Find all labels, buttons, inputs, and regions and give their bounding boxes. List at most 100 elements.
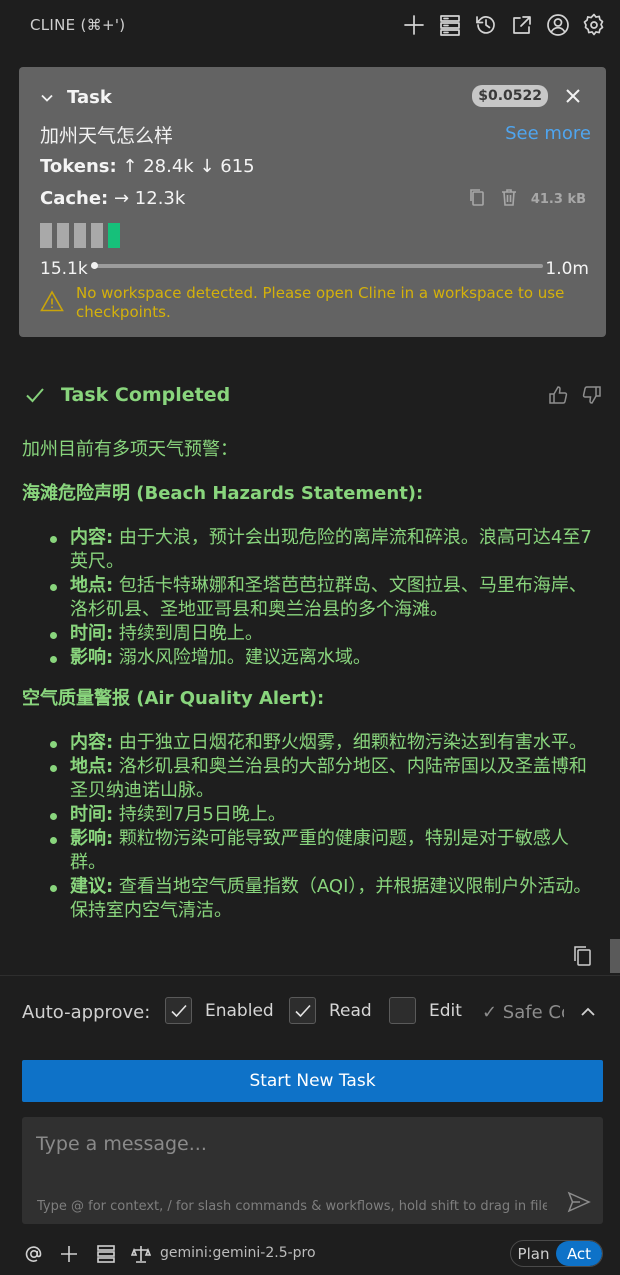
- server-icon: [97, 1245, 115, 1263]
- external-link-icon[interactable]: [510, 12, 534, 38]
- item-text: 颗粒物污染可能导致严重的健康问题，特别是对于敏感人群。: [70, 828, 569, 873]
- read-checkbox[interactable]: [289, 997, 316, 1024]
- checkpoint-block[interactable]: [74, 223, 86, 248]
- item-text: 洛杉矶县和奥兰治县的大部分地区、内陆帝国以及圣盖博和圣贝纳迪诺山脉。: [70, 756, 587, 801]
- warning-icon: [40, 290, 64, 312]
- item-text: 由于大浪，预计会出现危险的离岸流和碎浪。浪高可达4至7英尺。: [70, 527, 592, 572]
- history-icon[interactable]: [474, 12, 498, 38]
- message-input-box: Type @ for context, / for slash commands…: [22, 1117, 603, 1224]
- start-new-task-button[interactable]: Start New Task: [22, 1060, 603, 1102]
- copy-task-button[interactable]: [467, 187, 487, 211]
- edit-label: Edit: [429, 1001, 462, 1021]
- delete-task-button[interactable]: [499, 187, 519, 211]
- warning-text: No workspace detected. Please open Cline…: [76, 284, 565, 321]
- item-key: 建议:: [70, 876, 114, 897]
- task-text: 加州天气怎么样: [40, 125, 174, 147]
- item-key: 地点:: [70, 575, 114, 596]
- thumbs-up-icon: [549, 386, 568, 404]
- close-task-button[interactable]: [562, 85, 584, 107]
- task-label: Task: [67, 87, 112, 108]
- account-icon[interactable]: [546, 12, 570, 38]
- gear-icon[interactable]: [582, 12, 606, 38]
- plan-act-toggle[interactable]: Plan Act: [510, 1240, 603, 1267]
- item-text: 溺水风险增加。建议远离水域。: [113, 647, 371, 668]
- list-item: 内容: 由于独立日烟花和野火烟雾，细颗粒物污染达到有害水平。: [22, 731, 604, 755]
- list-item: 影响: 颗粒物污染可能导致严重的健康问题，特别是对于敏感人群。: [22, 827, 604, 875]
- completion-message: 加州目前有多项天气预警： 海滩危险声明 (Beach Hazards State…: [22, 438, 604, 940]
- enabled-checkbox[interactable]: [165, 997, 192, 1024]
- mcp-servers-button[interactable]: [96, 1244, 116, 1264]
- task-header-toggle[interactable]: Task: [39, 87, 112, 108]
- task-completed-title: Task Completed: [61, 384, 231, 406]
- section-list: 内容: 由于大浪，预计会出现危险的离岸流和碎浪。浪高可达4至7英尺。 地点: 包…: [22, 526, 604, 670]
- checkmark-icon: [171, 1004, 187, 1018]
- app-title: CLINE (⌘+'): [30, 16, 126, 34]
- safe-commands-label: ✓ Safe Commands: [482, 1002, 564, 1023]
- cost-badge: $0.0522: [472, 85, 548, 107]
- answer-intro: 加州目前有多项天气预警：: [22, 439, 238, 460]
- list-item: 内容: 由于大浪，预计会出现危险的离岸流和碎浪。浪高可达4至7英尺。: [22, 526, 604, 574]
- divider: [0, 975, 620, 976]
- auto-approve-bar: Auto-approve: Enabled Read Edit ✓ Safe C…: [22, 996, 612, 1028]
- list-item: 时间: 持续到周日晚上。: [22, 622, 604, 646]
- context-window-marker: [91, 262, 98, 269]
- item-key: 影响:: [70, 828, 114, 849]
- list-item: 建议: 查看当地空气质量指数（AQI），并根据建议限制户外活动。保持室内空气清洁…: [22, 875, 604, 923]
- auto-approve-label: Auto-approve:: [22, 1002, 151, 1023]
- chevron-down-icon: [41, 94, 53, 102]
- tokens-label: Tokens:: [40, 156, 117, 177]
- list-item: 地点: 洛杉矶县和奥兰治县的大部分地区、内陆帝国以及圣盖博和圣贝纳迪诺山脉。: [22, 755, 604, 803]
- input-hint: Type @ for context, / for slash commands…: [37, 1199, 547, 1214]
- copy-icon: [574, 946, 591, 966]
- item-key: 地点:: [70, 756, 114, 777]
- rules-button[interactable]: [130, 1244, 152, 1264]
- checkpoint-block[interactable]: [57, 223, 69, 248]
- mention-button[interactable]: [24, 1244, 44, 1264]
- send-button[interactable]: [567, 1191, 591, 1213]
- scrollbar-thumb[interactable]: [610, 939, 620, 973]
- header: CLINE (⌘+'): [0, 0, 620, 52]
- feedback-buttons: [548, 385, 602, 409]
- tokens-row: Tokens: ↑ 28.4k ↓ 615: [40, 156, 255, 177]
- chevron-up-icon[interactable]: [578, 1002, 598, 1022]
- message-input[interactable]: [36, 1133, 576, 1167]
- item-text: 持续到7月5日晚上。: [113, 804, 286, 825]
- item-text: 由于独立日烟花和野火烟雾，细颗粒物污染达到有害水平。: [113, 732, 587, 753]
- list-item: 影响: 溺水风险增加。建议远离水域。: [22, 646, 604, 670]
- item-key: 内容:: [70, 732, 114, 753]
- checkpoint-block[interactable]: [40, 223, 52, 248]
- task-tools: 41.3 kB: [467, 187, 586, 211]
- item-key: 内容:: [70, 527, 114, 548]
- close-icon: [566, 89, 580, 103]
- section-heading: 海滩危险声明 (Beach Hazards Statement):: [22, 483, 424, 504]
- checkpoint-block-current[interactable]: [108, 223, 120, 248]
- thumbs-down-button[interactable]: [582, 385, 602, 409]
- add-context-button[interactable]: [59, 1244, 79, 1264]
- item-key: 时间:: [70, 623, 114, 644]
- bottom-bar: gemini:gemini-2.5-pro Plan Act: [24, 1240, 604, 1268]
- item-text: 包括卡特琳娜和圣塔芭芭拉群岛、文图拉县、马里布海岸、洛杉矶县、圣地亚哥县和奥兰治…: [70, 575, 587, 620]
- server-icon[interactable]: [438, 12, 462, 38]
- mode-plan[interactable]: Plan: [511, 1241, 556, 1266]
- checkpoint-block[interactable]: [91, 223, 103, 248]
- scale-icon: [130, 1246, 152, 1263]
- task-size: 41.3 kB: [530, 191, 586, 207]
- item-text: 持续到周日晚上。: [113, 623, 263, 644]
- section-heading: 空气质量警报 (Air Quality Alert):: [22, 688, 325, 709]
- edit-checkbox[interactable]: [389, 997, 416, 1024]
- copy-response-button[interactable]: [572, 944, 594, 968]
- send-icon: [567, 1191, 591, 1213]
- plus-icon[interactable]: [402, 12, 426, 38]
- cache-label: Cache:: [40, 188, 109, 209]
- task-card: Task $0.0522 加州天气怎么样 See more Tokens: ↑ …: [19, 67, 606, 337]
- list-item: 地点: 包括卡特琳娜和圣塔芭芭拉群岛、文图拉县、马里布海岸、洛杉矶县、圣地亚哥县…: [22, 574, 604, 622]
- context-used: 15.1k: [40, 259, 88, 279]
- see-more-link[interactable]: See more: [505, 123, 591, 144]
- item-key: 影响:: [70, 647, 114, 668]
- checkpoint-blocks: [40, 223, 120, 248]
- mode-act[interactable]: Act: [556, 1241, 602, 1266]
- item-text: 查看当地空气质量指数（AQI），并根据建议限制户外活动。保持室内空气清洁。: [70, 876, 592, 921]
- thumbs-up-button[interactable]: [548, 385, 568, 409]
- model-selector[interactable]: gemini:gemini-2.5-pro: [160, 1245, 316, 1261]
- enabled-label: Enabled: [205, 1001, 274, 1021]
